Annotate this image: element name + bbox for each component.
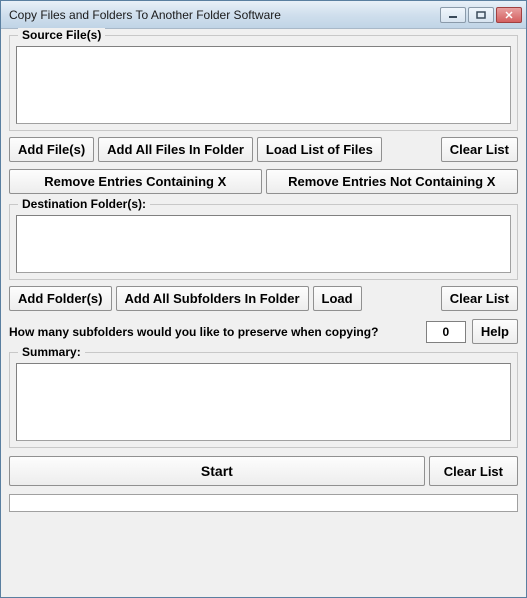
help-button[interactable]: Help: [472, 319, 518, 344]
clear-source-list-button[interactable]: Clear List: [441, 137, 518, 162]
summary-group: Summary:: [9, 352, 518, 448]
source-files-list[interactable]: [16, 46, 511, 124]
clear-dest-list-button[interactable]: Clear List: [441, 286, 518, 311]
source-files-group: Source File(s): [9, 35, 518, 131]
window-title: Copy Files and Folders To Another Folder…: [9, 8, 440, 22]
progress-bar: [9, 494, 518, 512]
remove-not-containing-button[interactable]: Remove Entries Not Containing X: [266, 169, 519, 194]
dest-group-label: Destination Folder(s):: [18, 197, 150, 211]
dest-buttons-row: Add Folder(s) Add All Subfolders In Fold…: [9, 286, 518, 311]
add-folders-button[interactable]: Add Folder(s): [9, 286, 112, 311]
minimize-icon: [448, 11, 458, 19]
subfolders-prompt-row: How many subfolders would you like to pr…: [9, 319, 518, 344]
minimize-button[interactable]: [440, 7, 466, 23]
load-button[interactable]: Load: [313, 286, 362, 311]
add-all-files-button[interactable]: Add All Files In Folder: [98, 137, 253, 162]
titlebar[interactable]: Copy Files and Folders To Another Folder…: [1, 1, 526, 29]
content-area: Source File(s) Add File(s) Add All Files…: [1, 29, 526, 597]
subfolders-count-input[interactable]: [426, 321, 466, 343]
summary-list[interactable]: [16, 363, 511, 441]
app-window: Copy Files and Folders To Another Folder…: [0, 0, 527, 598]
add-files-button[interactable]: Add File(s): [9, 137, 94, 162]
close-icon: [504, 11, 514, 19]
maximize-icon: [476, 11, 486, 19]
close-button[interactable]: [496, 7, 522, 23]
summary-group-label: Summary:: [18, 345, 85, 359]
load-list-files-button[interactable]: Load List of Files: [257, 137, 382, 162]
remove-containing-button[interactable]: Remove Entries Containing X: [9, 169, 262, 194]
subfolders-prompt-label: How many subfolders would you like to pr…: [9, 325, 378, 339]
source-buttons-row-2: Remove Entries Containing X Remove Entri…: [9, 169, 518, 194]
start-button[interactable]: Start: [9, 456, 425, 486]
destination-folders-group: Destination Folder(s):: [9, 204, 518, 280]
window-controls: [440, 7, 522, 23]
maximize-button[interactable]: [468, 7, 494, 23]
source-buttons-row-1: Add File(s) Add All Files In Folder Load…: [9, 137, 518, 162]
clear-summary-list-button[interactable]: Clear List: [429, 456, 518, 486]
add-all-subfolders-button[interactable]: Add All Subfolders In Folder: [116, 286, 309, 311]
start-row: Start Clear List: [9, 456, 518, 486]
source-group-label: Source File(s): [18, 28, 105, 42]
destination-folders-list[interactable]: [16, 215, 511, 273]
